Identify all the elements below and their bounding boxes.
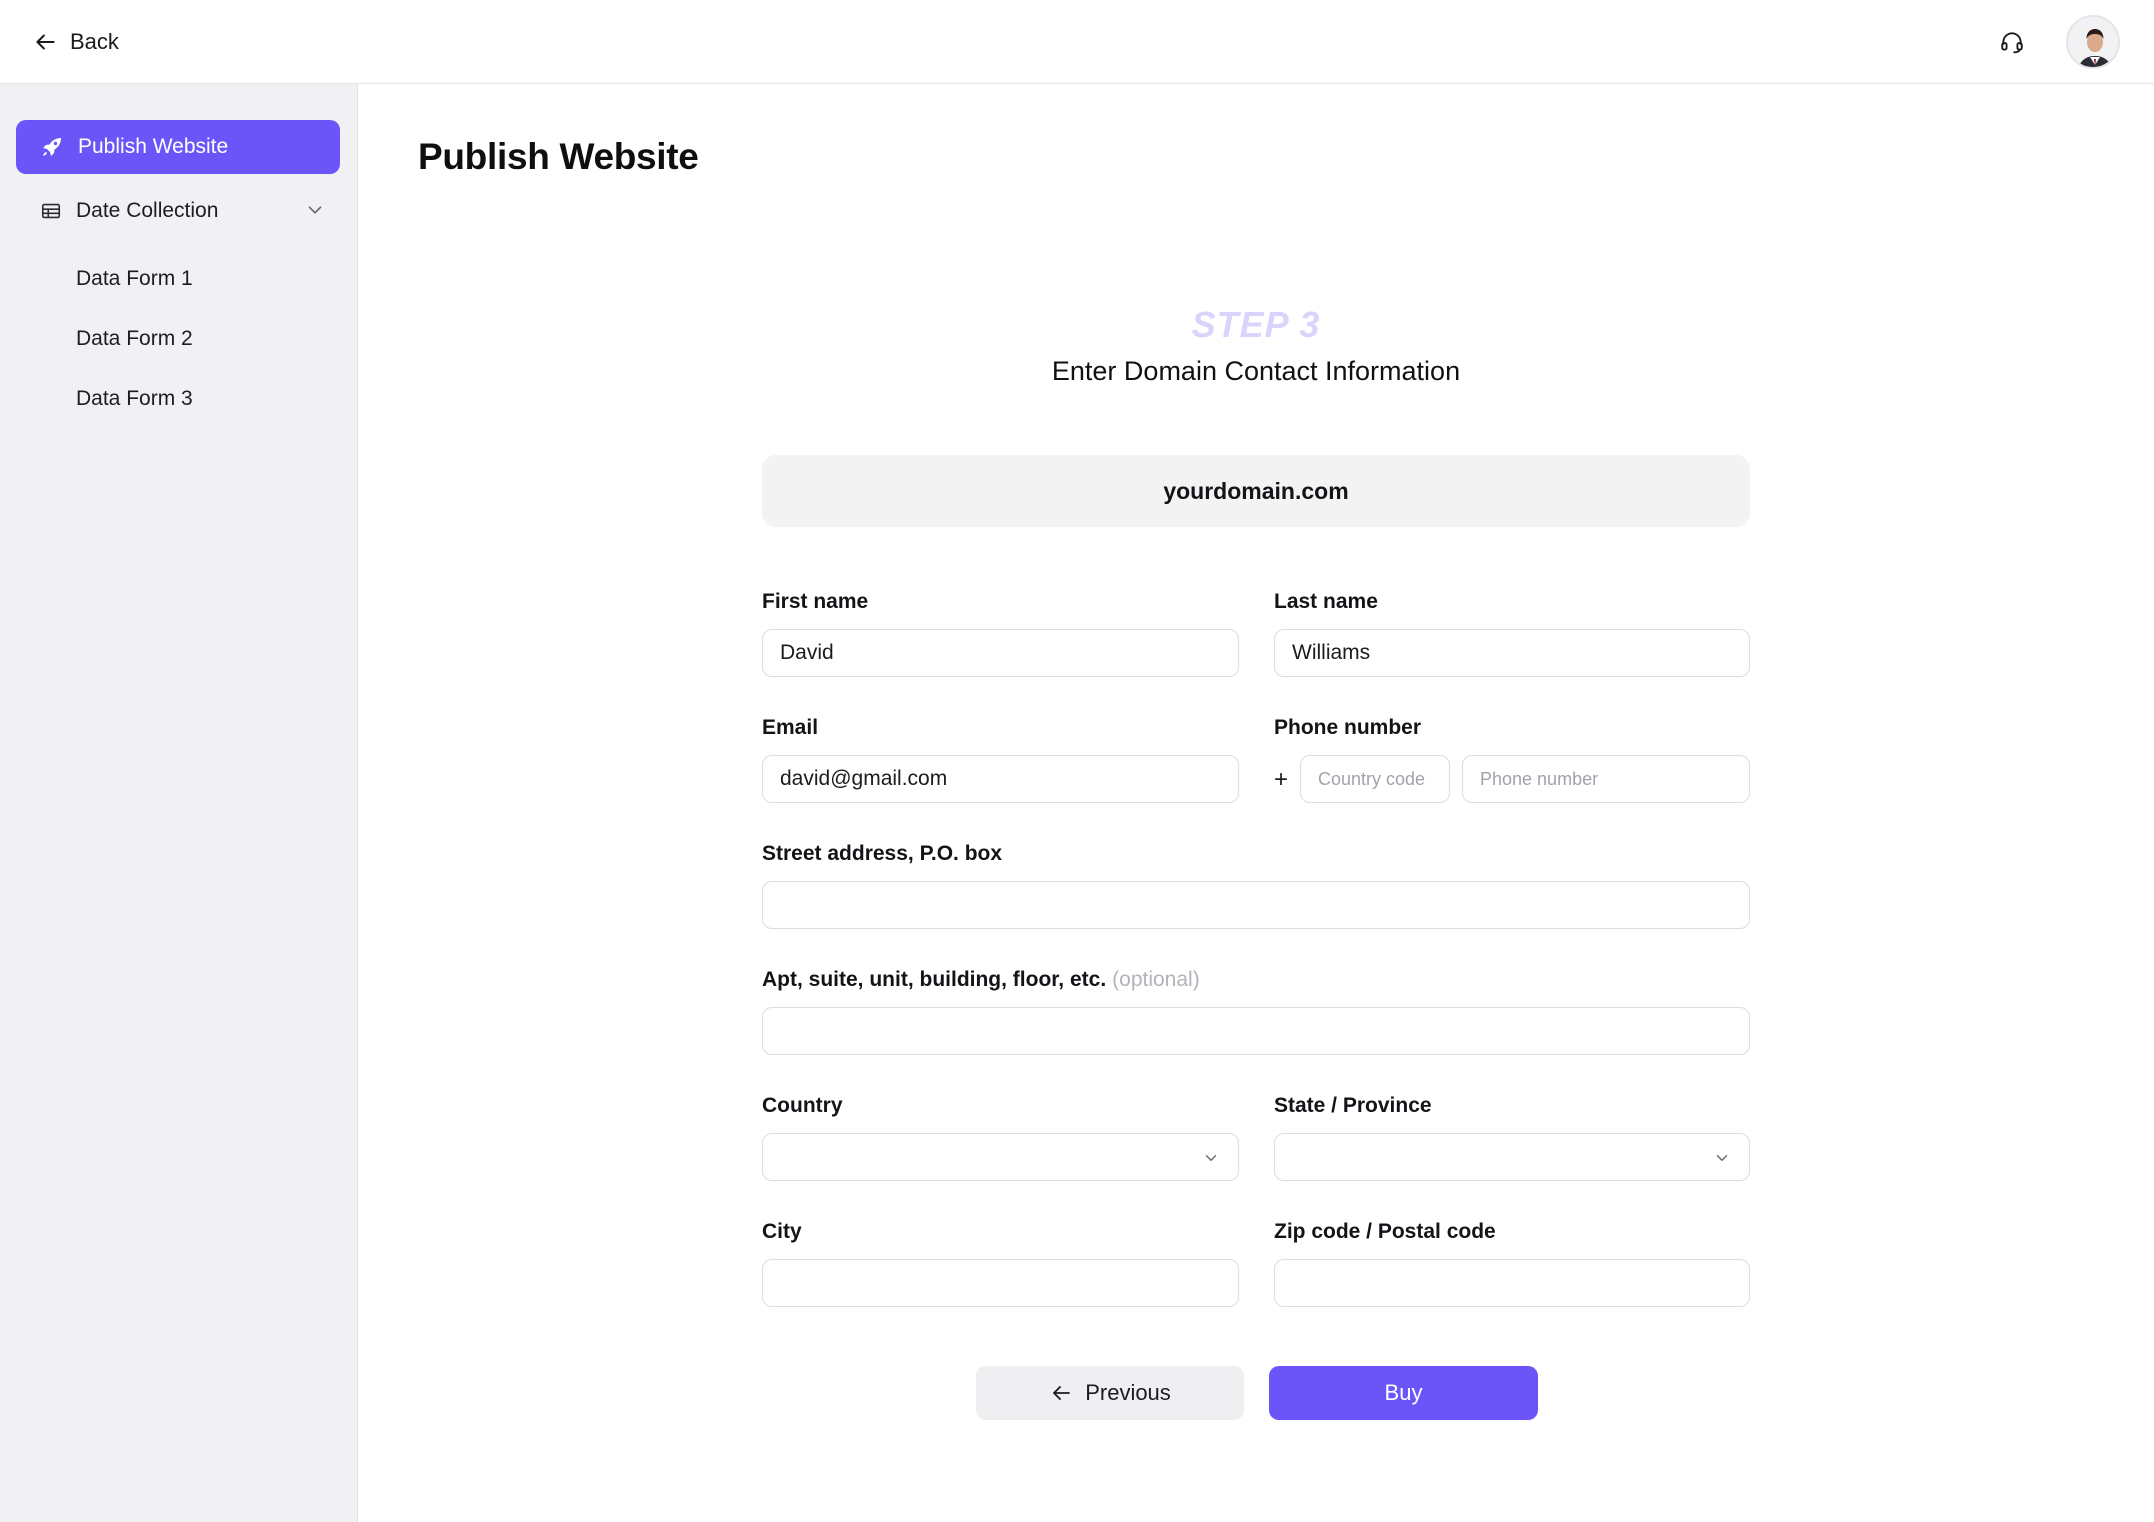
back-button[interactable]: Back <box>32 24 119 60</box>
country-label: Country <box>762 1094 843 1117</box>
country-select[interactable] <box>762 1133 1239 1181</box>
domain-display: yourdomain.com <box>762 455 1750 527</box>
sidebar: Publish Website Date Collection Data For… <box>0 84 358 1522</box>
arrow-left-icon <box>1053 1386 1071 1400</box>
buy-button[interactable]: Buy <box>1269 1366 1538 1420</box>
top-bar: Back <box>0 0 2154 84</box>
buy-label: Buy <box>1384 1380 1423 1405</box>
city-input[interactable] <box>762 1259 1239 1307</box>
previous-button[interactable]: Previous <box>976 1366 1244 1420</box>
arrow-left-icon <box>36 34 55 50</box>
email-input[interactable]: david@gmail.com <box>762 755 1239 803</box>
back-label: Back <box>70 29 119 54</box>
step-label: STEP 3 <box>1191 304 1321 345</box>
table-icon <box>41 203 61 219</box>
sidebar-item-data-form-3[interactable]: Data Form 3 <box>76 382 193 416</box>
zip-label: Zip code / Postal code <box>1274 1220 1496 1243</box>
city-label: City <box>762 1220 802 1243</box>
chevron-down-icon <box>1716 1155 1728 1161</box>
email-label: Email <box>762 716 819 739</box>
last-name-label: Last name <box>1274 590 1378 613</box>
phone-label: Phone number <box>1274 716 1422 739</box>
sidebar-item-label: Data Form 2 <box>76 327 193 350</box>
first-name-input[interactable]: David <box>762 629 1239 677</box>
chevron-down-icon <box>308 206 322 214</box>
zip-input[interactable] <box>1274 1259 1750 1307</box>
sidebar-item-date-collection[interactable]: Date Collection <box>16 186 340 236</box>
previous-label: Previous <box>1085 1380 1171 1405</box>
first-name-label: First name <box>762 590 869 613</box>
sidebar-item-label: Date Collection <box>76 199 219 222</box>
phone-number-input[interactable]: Phone number <box>1462 755 1750 803</box>
apt-label: Apt, suite, unit, building, floor, etc.(… <box>762 968 1200 992</box>
headset-icon[interactable] <box>1996 26 2028 58</box>
street-label: Street address, P.O. box <box>762 842 1003 865</box>
street-input[interactable] <box>762 881 1750 929</box>
rocket-icon <box>43 138 61 156</box>
state-select[interactable] <box>1274 1133 1750 1181</box>
sidebar-item-label: Data Form 1 <box>76 267 193 290</box>
last-name-input[interactable]: Williams <box>1274 629 1750 677</box>
sidebar-item-publish-website[interactable]: Publish Website <box>16 120 340 174</box>
state-label: State / Province <box>1274 1094 1432 1117</box>
step-title: Enter Domain Contact Information <box>1051 356 1461 386</box>
sidebar-item-label: Publish Website <box>78 135 229 158</box>
phone-prefix: + <box>1274 766 1289 793</box>
optional-hint: (optional) <box>1112 968 1200 991</box>
page-title: Publish Website <box>418 136 699 177</box>
sidebar-item-label: Data Form 3 <box>76 387 193 410</box>
sidebar-item-data-form-1[interactable]: Data Form 1 <box>76 262 193 296</box>
country-code-input[interactable]: Country code <box>1300 755 1450 803</box>
sidebar-item-data-form-2[interactable]: Data Form 2 <box>76 322 193 356</box>
chevron-down-icon <box>1205 1155 1217 1161</box>
avatar[interactable] <box>2066 15 2120 69</box>
apt-input[interactable] <box>762 1007 1750 1055</box>
apt-label-text: Apt, suite, unit, building, floor, etc. <box>762 968 1107 991</box>
